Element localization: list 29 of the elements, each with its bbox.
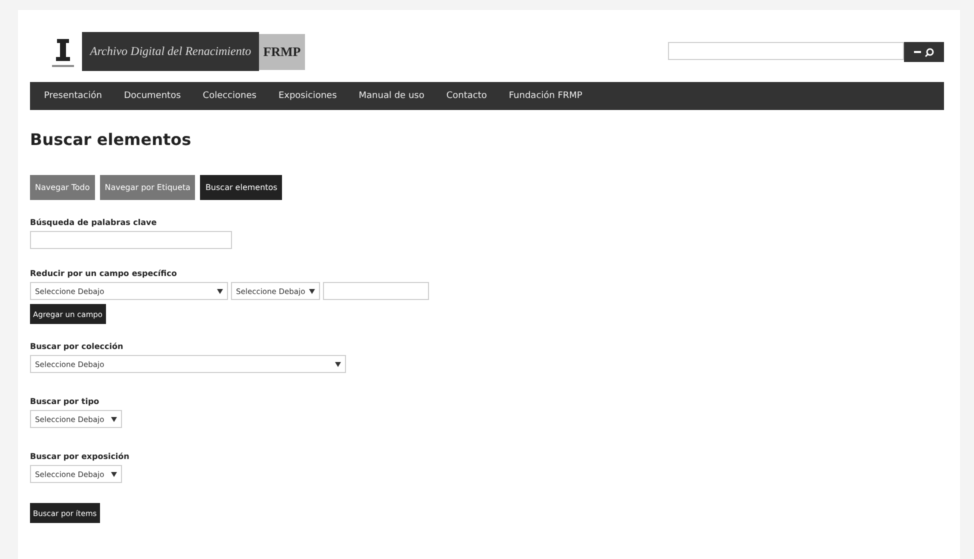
- caret-icon: [309, 288, 315, 294]
- nav-link[interactable]: Presentación: [44, 91, 102, 101]
- value-field[interactable]: [323, 282, 429, 300]
- logo-badge: FRMP: [259, 34, 305, 70]
- tab[interactable]: Buscar elementos: [200, 175, 282, 200]
- logo-title: Archivo Digital del Renacimiento: [82, 32, 260, 71]
- field-label: Buscar por colección: [30, 342, 124, 351]
- minus-icon: [914, 51, 921, 53]
- nav-link[interactable]: Colecciones: [202, 91, 256, 101]
- caret-icon: [217, 288, 223, 294]
- search-icon: [925, 48, 934, 56]
- search-field[interactable]: [668, 42, 904, 60]
- field-label: Reducir por un campo específico: [30, 269, 178, 278]
- nav-link[interactable]: Fundación FRMP: [508, 91, 582, 101]
- field-label: Buscar por exposición: [30, 452, 130, 461]
- page-title: Buscar elementos: [30, 130, 192, 149]
- caret-icon: [111, 416, 117, 422]
- search-button[interactable]: [904, 42, 944, 62]
- field-label: Búsqueda de palabras clave: [30, 218, 158, 227]
- nav-link[interactable]: Documentos: [124, 91, 181, 101]
- nav-link[interactable]: Exposiciones: [278, 91, 337, 101]
- keyword-field[interactable]: [30, 231, 232, 249]
- caret-icon: [335, 362, 341, 366]
- tab[interactable]: Navegar Todo: [30, 175, 95, 200]
- field-label: Buscar por tipo: [30, 397, 100, 406]
- caret-icon: [111, 472, 117, 476]
- nav-link[interactable]: Contacto: [446, 91, 487, 101]
- nav-link[interactable]: Manual de uso: [358, 91, 424, 101]
- tab[interactable]: Navegar por Etiqueta: [100, 175, 196, 200]
